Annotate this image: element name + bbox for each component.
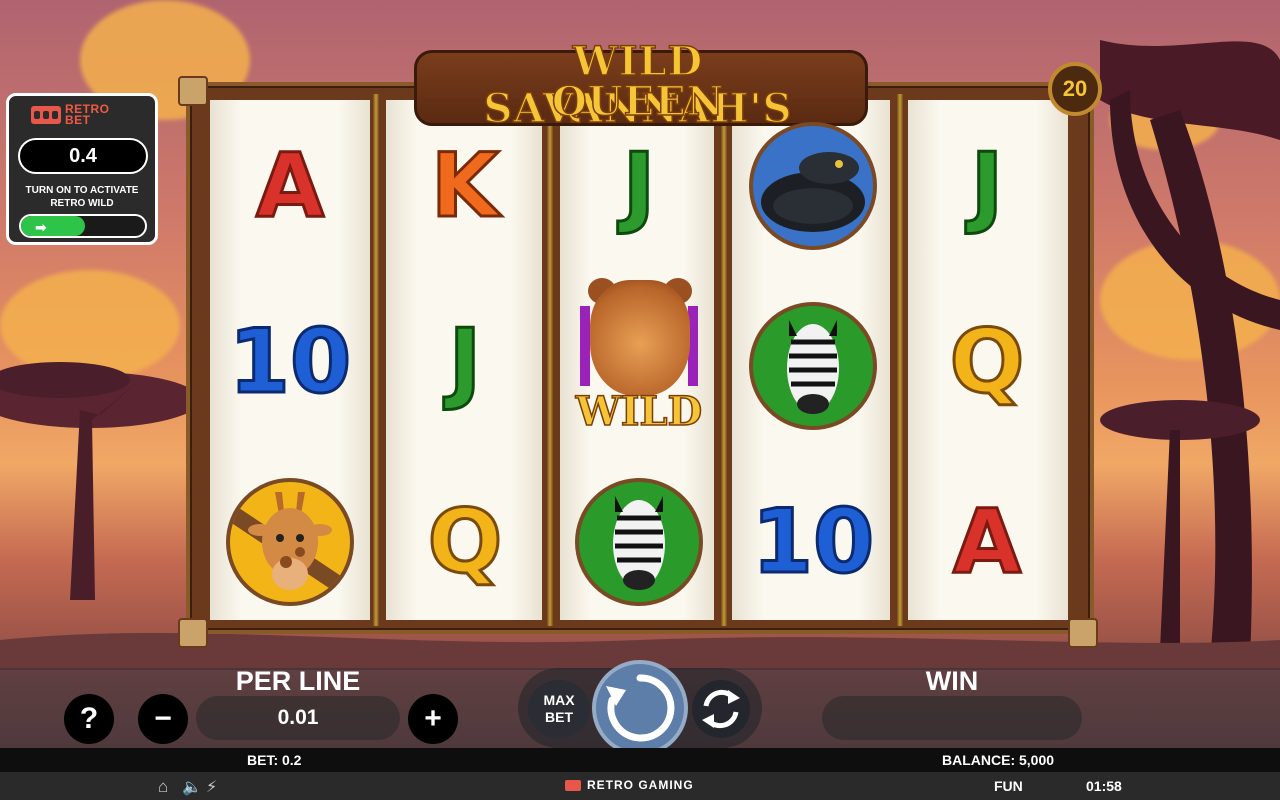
queen-letter: Q: [948, 310, 1026, 413]
wild-label: WILD: [575, 387, 703, 436]
help-button[interactable]: ?: [64, 694, 114, 744]
brand-label: RETRO GAMING: [587, 778, 694, 792]
ace-letter: A: [254, 134, 325, 237]
arrow-right-icon: ➡: [35, 219, 47, 235]
increase-bet-button[interactable]: +: [408, 694, 458, 744]
slot-machine-icon: [31, 106, 61, 124]
frame-corner: [1068, 618, 1098, 648]
symbol-ten: 10: [738, 472, 888, 612]
zebra-icon: [613, 496, 665, 590]
symbol-king: K: [390, 116, 540, 256]
paylines-badge: 20: [1048, 62, 1102, 116]
turbo-icon[interactable]: ⚡: [206, 777, 217, 797]
lioness-wild: WILD: [574, 278, 704, 440]
reel-divider: [546, 94, 554, 626]
symbol-jack: J: [564, 116, 714, 256]
queen-letter: Q: [426, 490, 504, 593]
symbol-zebra: [738, 296, 888, 436]
spin-icon: [606, 674, 675, 742]
zebra-icon: [787, 320, 839, 414]
symbol-queen: Q: [912, 292, 1062, 432]
symbol-wild-lioness: WILD: [564, 278, 714, 440]
wild-band: [580, 306, 590, 386]
per-line-label: PER LINE: [235, 666, 361, 696]
reel-divider: [372, 94, 380, 626]
win-value: [822, 696, 1082, 740]
snake-medallion: [749, 122, 877, 250]
clock: 01:58: [1086, 778, 1122, 794]
symbol-jack: J: [390, 292, 540, 432]
ace-letter: A: [951, 490, 1022, 593]
reel-divider: [720, 94, 728, 626]
symbol-snake: [738, 116, 888, 256]
sound-icon[interactable]: 🔈: [182, 777, 202, 797]
symbol-ten: 10: [215, 292, 365, 432]
snake-icon: [761, 152, 865, 232]
info-bar: BET: 0.2 BALANCE: 5,000: [0, 748, 1280, 772]
zebra-medallion: [749, 302, 877, 430]
max-bet-label-line1: MAX: [543, 692, 575, 708]
frame-corner: [178, 618, 208, 648]
toggle-on-indicator: [21, 216, 85, 236]
retro-bet-note-line1: TURN ON TO ACTIVATE: [25, 185, 139, 196]
retro-wild-toggle[interactable]: ➡: [19, 214, 147, 238]
jack-letter: J: [969, 134, 1005, 237]
max-bet-label-line2: BET: [545, 709, 573, 725]
ten-letter: 10: [227, 310, 352, 413]
symbol-ace: A: [912, 472, 1062, 612]
win-label: WIN: [925, 666, 979, 696]
autoplay-icon: [702, 689, 740, 729]
spin-button[interactable]: [592, 660, 688, 756]
autoplay-button[interactable]: [692, 680, 750, 738]
symbol-jack: J: [912, 116, 1062, 256]
symbol-queen: Q: [390, 472, 540, 612]
reel-divider: [896, 94, 904, 626]
lioness-icon: [590, 280, 690, 396]
giraffe-icon: [230, 492, 350, 602]
ten-letter: 10: [750, 490, 875, 593]
max-bet-button[interactable]: MAX BET: [528, 680, 590, 738]
retro-bet-panel: RETRO BET 0.4 TURN ON TO ACTIVATE RETRO …: [6, 93, 158, 245]
giraffe-medallion: [226, 478, 354, 606]
decrease-bet-button[interactable]: −: [138, 694, 188, 744]
retro-bet-value: 0.4: [18, 138, 148, 174]
retro-gaming-logo-icon: [565, 780, 581, 791]
retro-bet-note: TURN ON TO ACTIVATE RETRO WILD: [9, 184, 155, 210]
retro-bet-logo: RETRO BET: [31, 103, 110, 127]
retro-bet-logo-line2: BET: [65, 113, 91, 127]
symbol-giraffe: [215, 472, 365, 612]
bottom-bar: ⌂ 🔈 ⚡ RETRO GAMING FUN 01:58: [0, 772, 1280, 800]
bet-amount: BET: 0.2: [247, 752, 302, 768]
zebra-medallion: [575, 478, 703, 606]
jack-letter: J: [447, 310, 483, 413]
retro-bet-note-line2: RETRO WILD: [50, 198, 114, 209]
king-letter: K: [429, 134, 500, 237]
home-icon[interactable]: ⌂: [158, 777, 168, 797]
frame-corner: [178, 76, 208, 106]
game-mode: FUN: [994, 778, 1023, 794]
symbol-ace: A: [215, 116, 365, 256]
per-line-value: 0.01: [196, 696, 400, 740]
symbol-zebra: [564, 472, 714, 612]
jack-letter: J: [621, 134, 657, 237]
balance-amount: BALANCE: 5,000: [942, 752, 1055, 768]
